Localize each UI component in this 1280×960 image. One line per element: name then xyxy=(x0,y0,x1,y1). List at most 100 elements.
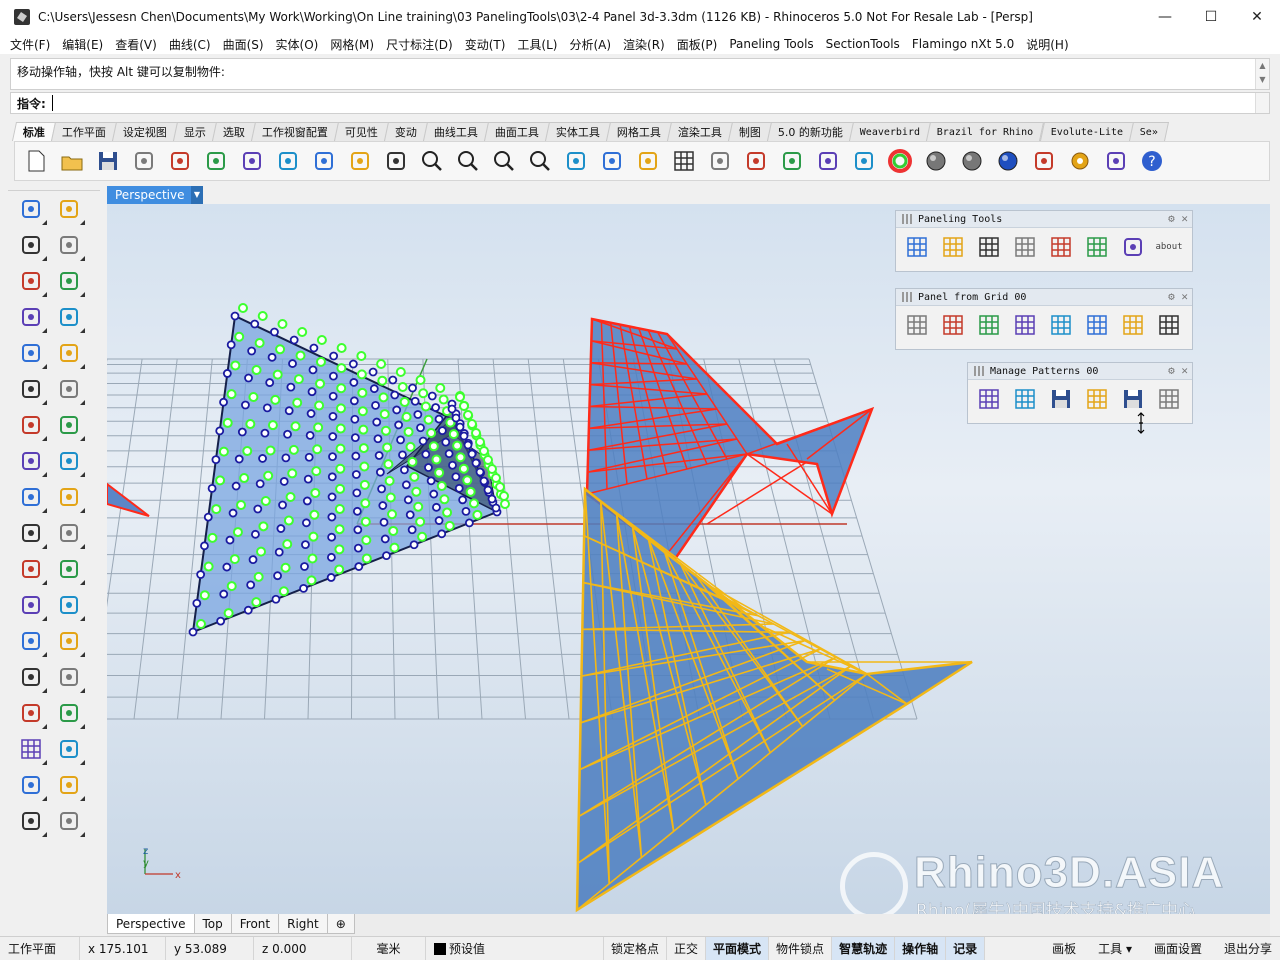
tab-19[interactable]: Se» xyxy=(1128,122,1169,141)
units[interactable]: 毫米 xyxy=(352,936,426,960)
lasso-icon[interactable] xyxy=(14,768,48,802)
options-gear-icon[interactable] xyxy=(1063,144,1097,178)
viewport-menu-arrow[interactable]: ▼ xyxy=(191,186,203,204)
status-right-item[interactable]: 画面设置 xyxy=(1140,937,1210,960)
tab-3[interactable]: 设定视图 xyxy=(111,122,179,141)
cylinder-icon[interactable] xyxy=(14,444,48,478)
history-scrollbar[interactable]: ▲ ▼ xyxy=(1255,59,1269,89)
zoom-selected-icon[interactable] xyxy=(523,144,557,178)
panel-grid-g-icon[interactable] xyxy=(1116,310,1150,340)
panel-settings-close-icon[interactable]: ⚙ ✕ xyxy=(1168,364,1188,377)
point-icon[interactable] xyxy=(52,192,86,226)
menu-item[interactable]: 网格(M) xyxy=(330,36,374,53)
fillet-icon[interactable] xyxy=(52,336,86,370)
menu-item[interactable]: Flamingo nXt 5.0 xyxy=(912,37,1014,51)
rotate-view-icon[interactable] xyxy=(379,144,413,178)
menu-item[interactable]: 工具(L) xyxy=(517,36,557,53)
tab-1[interactable]: 标准 xyxy=(11,122,57,141)
status-right-item[interactable]: 画板 xyxy=(1038,937,1084,960)
lock-icon[interactable] xyxy=(811,144,845,178)
status-toggle[interactable]: 智慧轨迹 xyxy=(832,936,896,960)
panel-3d-icon[interactable] xyxy=(1008,232,1042,262)
panel-settings-close-icon[interactable]: ⚙ ✕ xyxy=(1168,212,1188,225)
grip-icon[interactable] xyxy=(974,366,984,376)
status-toggle[interactable]: 正交 xyxy=(667,936,707,960)
prism-icon[interactable] xyxy=(52,804,86,838)
menu-item[interactable]: 分析(A) xyxy=(569,36,611,53)
curve-icon[interactable] xyxy=(52,228,86,262)
open-folder-icon[interactable] xyxy=(55,144,89,178)
status-toggle[interactable]: 锁定格点 xyxy=(604,936,668,960)
tab-14[interactable]: 制图 xyxy=(727,122,773,141)
viewport-tab-5[interactable]: ⊕ xyxy=(326,914,355,934)
viewport-tab-2[interactable]: Top xyxy=(193,914,232,934)
polyline-icon[interactable] xyxy=(14,228,48,262)
flamingo-icon[interactable] xyxy=(1027,144,1061,178)
group-icon[interactable] xyxy=(14,552,48,586)
status-toggle[interactable]: 平面模式 xyxy=(706,936,770,960)
menu-item[interactable]: 查看(V) xyxy=(115,36,157,53)
copy-icon[interactable] xyxy=(235,144,269,178)
blue-sphere-icon[interactable] xyxy=(991,144,1025,178)
check-icon[interactable] xyxy=(52,768,86,802)
points-grid-icon[interactable] xyxy=(900,232,934,262)
explode-icon[interactable] xyxy=(52,480,86,514)
scale-icon[interactable] xyxy=(52,624,86,658)
boolean-icon[interactable] xyxy=(52,408,86,442)
analyze-icon[interactable] xyxy=(52,696,86,730)
tab-17[interactable]: Brazil for Rhino xyxy=(926,122,1045,141)
panel-header[interactable]: Manage Patterns 00 ⚙ ✕ xyxy=(968,363,1192,380)
menu-item[interactable]: Paneling Tools xyxy=(729,37,813,51)
panel-grid-a-icon[interactable] xyxy=(900,310,934,340)
axis-grid-icon[interactable] xyxy=(1044,232,1078,262)
perspective-viewport[interactable]: z y x Paneling Tools ⚙ ✕ about Panel from… xyxy=(107,204,1270,914)
triangle-panel-icon[interactable] xyxy=(972,232,1006,262)
project-icon[interactable] xyxy=(52,660,86,694)
pattern-b-icon[interactable] xyxy=(1008,384,1042,414)
diamond-icon[interactable] xyxy=(1116,232,1150,262)
cut-icon[interactable] xyxy=(199,144,233,178)
arc-icon[interactable] xyxy=(14,300,48,334)
ellipse-icon[interactable] xyxy=(52,264,86,298)
save-icon[interactable] xyxy=(91,144,125,178)
status-right-item[interactable]: 退出分享 xyxy=(1210,937,1280,960)
pattern-open2-icon[interactable] xyxy=(1152,384,1186,414)
new-file-icon[interactable] xyxy=(19,144,53,178)
tab-12[interactable]: 网格工具 xyxy=(605,122,673,141)
menu-item[interactable]: 尺寸标注(D) xyxy=(386,36,453,53)
tab-4[interactable]: 显示 xyxy=(172,122,218,141)
panel-grid-f-icon[interactable] xyxy=(1080,310,1114,340)
menu-item[interactable]: 曲线(C) xyxy=(169,36,211,53)
undo-view-icon[interactable] xyxy=(559,144,593,178)
dimension-icon[interactable] xyxy=(1099,144,1133,178)
tab-18[interactable]: Evolute-Lite xyxy=(1039,122,1134,141)
menu-item[interactable]: 面板(P) xyxy=(677,36,718,53)
osnap-icon[interactable] xyxy=(703,144,737,178)
extrude-surface-icon[interactable] xyxy=(52,372,86,406)
status-right-item[interactable]: 工具 ▾ xyxy=(1084,937,1140,960)
rotate3d-icon[interactable] xyxy=(52,588,86,622)
light-bulb-icon[interactable] xyxy=(775,144,809,178)
zoom-window-icon[interactable] xyxy=(451,144,485,178)
panel-grid-c-icon[interactable] xyxy=(972,310,1006,340)
command-line[interactable]: 指令: xyxy=(10,92,1270,114)
tab-11[interactable]: 实体工具 xyxy=(544,122,612,141)
text-icon[interactable] xyxy=(14,624,48,658)
polygon-icon[interactable] xyxy=(14,336,48,370)
points-icon[interactable] xyxy=(739,144,773,178)
menu-item[interactable]: 渲染(R) xyxy=(623,36,665,53)
render-icon[interactable] xyxy=(14,804,48,838)
surface-icon[interactable] xyxy=(14,372,48,406)
panel-grid-b-icon[interactable] xyxy=(936,310,970,340)
tab-15[interactable]: 5.0 的新功能 xyxy=(766,122,855,141)
tab-9[interactable]: 曲线工具 xyxy=(422,122,490,141)
menu-item[interactable]: 文件(F) xyxy=(10,36,50,53)
rotate-icon[interactable] xyxy=(14,588,48,622)
mesh-icon[interactable] xyxy=(52,444,86,478)
cplane-label[interactable]: 工作平面 xyxy=(0,936,80,960)
command-scrollbar[interactable] xyxy=(1255,93,1269,113)
panel-header[interactable]: Paneling Tools ⚙ ✕ xyxy=(896,211,1192,228)
panel-grid-icon[interactable] xyxy=(14,732,48,766)
split-icon[interactable] xyxy=(52,516,86,550)
grip-icon[interactable] xyxy=(902,292,912,302)
